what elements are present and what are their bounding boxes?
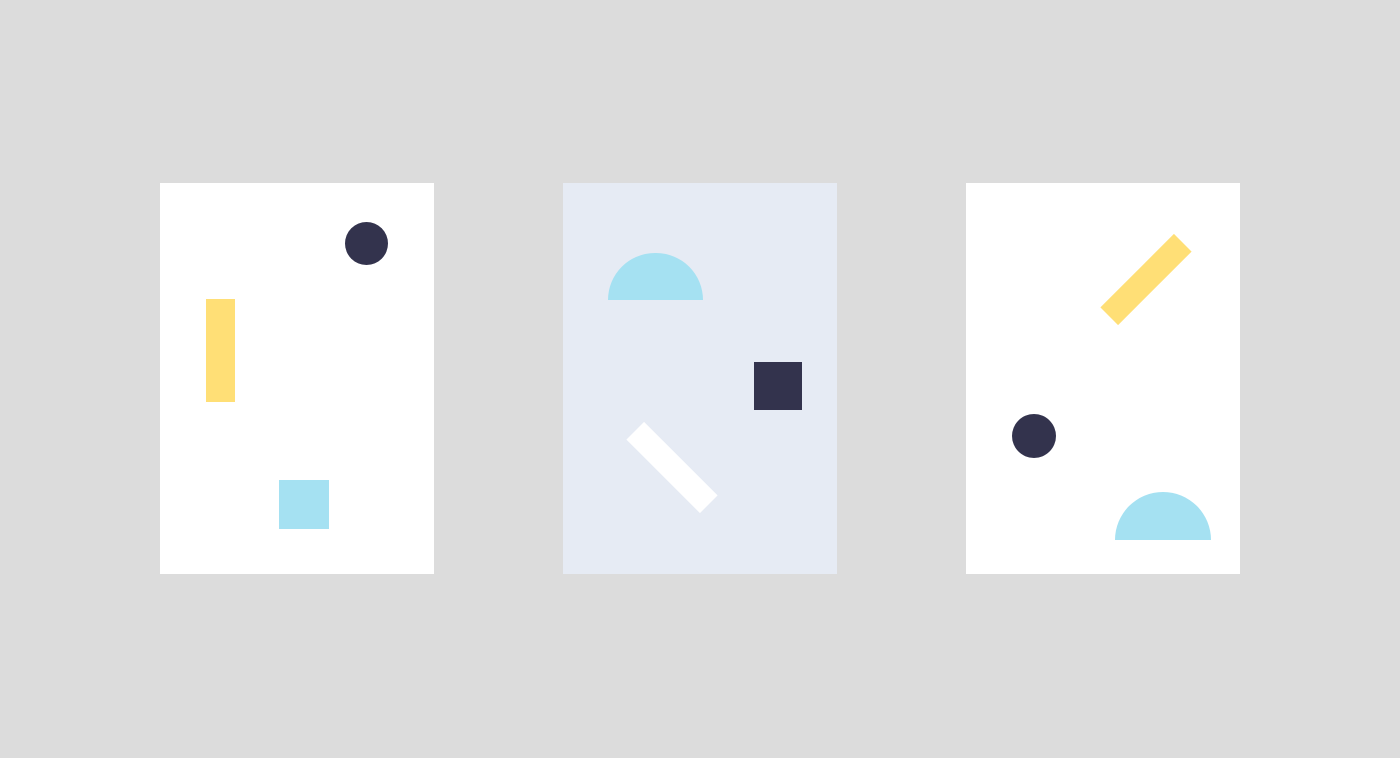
yellow-diagonal-bar-shape: [1100, 233, 1192, 326]
art-card-3: [966, 183, 1240, 574]
art-card-2: [563, 183, 837, 574]
white-diagonal-bar-shape: [626, 421, 718, 514]
sky-semicircle-shape: [608, 253, 703, 300]
navy-circle-shape: [1012, 414, 1056, 458]
navy-circle-shape: [345, 222, 388, 265]
art-card-1: [160, 183, 434, 574]
navy-square-shape: [754, 362, 802, 410]
sky-square-shape: [279, 480, 329, 529]
yellow-vertical-bar-shape: [206, 299, 235, 402]
sky-semicircle-shape: [1115, 492, 1211, 540]
